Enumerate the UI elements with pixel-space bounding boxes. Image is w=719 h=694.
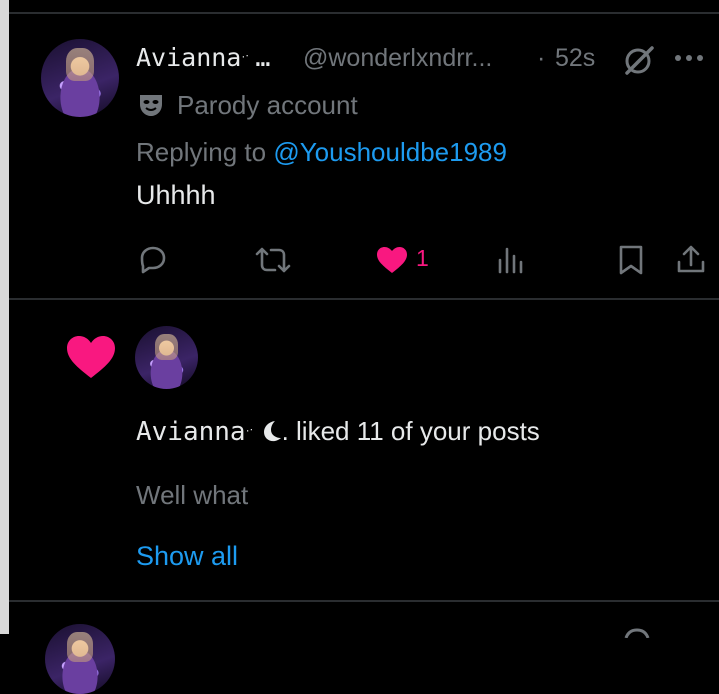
notification-divider [9,600,719,602]
bookmark-icon[interactable] [618,244,644,276]
avatar[interactable] [41,39,119,117]
action-text: . liked 11 of your posts [281,416,540,446]
display-name[interactable]: Avianna [136,43,241,72]
tweet-header: Avianna·ᐧ … [136,43,270,73]
name-emoji-icon: ·ᐧ [241,49,249,63]
grok-icon[interactable] [620,624,654,638]
notification-preview: Well what [136,480,249,510]
like-count: 1 [416,245,429,271]
display-name-ellipsis: … [255,43,271,72]
parody-mask-icon [138,92,164,118]
share-icon[interactable] [676,243,706,275]
reply-icon[interactable] [136,243,168,275]
actor-name[interactable]: Avianna [136,417,246,447]
more-icon[interactable] [673,53,705,63]
moon-icon [260,419,282,443]
top-divider [9,12,719,14]
window-edge [0,0,9,634]
tweet-divider [9,298,719,300]
replying-prefix: Replying to [136,137,267,167]
name-emoji-icon: ·ᐧ [245,423,253,437]
like-button[interactable] [375,245,409,275]
notification-avatar[interactable] [135,326,198,389]
replying-handle-link[interactable]: @Youshouldbe1989 [273,137,507,167]
views-icon[interactable] [496,246,526,274]
handle[interactable]: @wonderlxndrr... [303,44,492,73]
separator-dot: · [537,44,546,72]
next-item-avatar[interactable] [45,624,115,694]
notification-text: Avianna·ᐧ . liked 11 of your posts [136,416,540,447]
tweet-text: Uhhhh [136,180,216,210]
retweet-icon[interactable] [255,245,291,275]
replying-to: Replying to @Youshouldbe1989 [136,137,507,168]
grok-icon[interactable] [622,44,656,76]
heart-icon [377,247,407,273]
timestamp[interactable]: 52s [555,44,595,73]
heart-icon [65,334,117,380]
parody-badge-label: Parody account [177,90,358,120]
show-all-link[interactable]: Show all [136,541,238,572]
